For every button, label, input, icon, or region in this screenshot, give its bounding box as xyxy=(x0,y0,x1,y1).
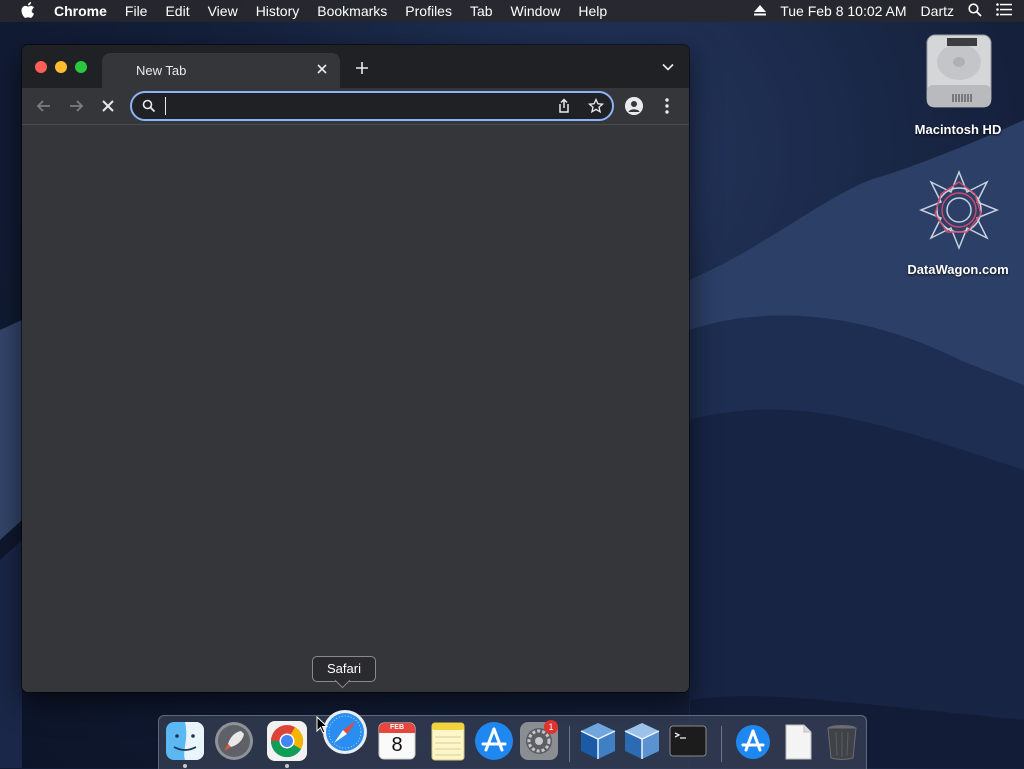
dock-separator xyxy=(569,726,570,762)
dock-system-preferences-icon[interactable]: 1 xyxy=(518,720,560,762)
page-content xyxy=(22,125,689,692)
menu-edit[interactable]: Edit xyxy=(165,3,189,19)
menu-window[interactable]: Window xyxy=(511,3,561,19)
notification-center-icon[interactable] xyxy=(996,3,1012,19)
menu-help[interactable]: Help xyxy=(578,3,607,19)
calendar-month: FEB xyxy=(390,724,404,731)
dock-trash-icon[interactable] xyxy=(821,720,863,762)
minimize-window-button[interactable] xyxy=(55,61,67,73)
menu-extras: Tue Feb 8 10:02 AM Dartz xyxy=(740,0,1012,22)
chrome-window: New Tab xyxy=(22,45,689,692)
dock-running-indicator xyxy=(285,764,289,768)
calendar-day: 8 xyxy=(391,734,403,756)
address-bar[interactable] xyxy=(130,91,614,121)
menu-profiles[interactable]: Profiles xyxy=(405,3,452,19)
browser-toolbar xyxy=(22,88,689,125)
stop-loading-icon[interactable] xyxy=(98,96,118,116)
dock: FEB 8 1 xyxy=(158,710,867,769)
dock-virtualbox-vm-icon[interactable] xyxy=(621,720,663,762)
desktop-icon-label: DataWagon.com xyxy=(907,262,1009,277)
dock-finder-icon[interactable] xyxy=(164,720,206,762)
dock-downloads-stack-icon[interactable] xyxy=(732,720,774,762)
desktop-icon-label: Macintosh HD xyxy=(914,122,1002,137)
dock-chrome-icon[interactable] xyxy=(266,720,308,762)
menu-file[interactable]: File xyxy=(125,3,148,19)
dock-launchpad-icon[interactable] xyxy=(213,720,255,762)
profile-avatar-icon[interactable] xyxy=(625,97,643,115)
eject-icon[interactable] xyxy=(754,3,767,19)
apple-menu-icon[interactable] xyxy=(20,1,36,21)
close-window-button[interactable] xyxy=(35,61,47,73)
dock-safari-icon[interactable] xyxy=(321,708,369,756)
dock-terminal-icon[interactable] xyxy=(667,720,709,762)
tab-strip: New Tab xyxy=(22,45,689,88)
tab-title: New Tab xyxy=(136,63,187,78)
menu-tab[interactable]: Tab xyxy=(470,3,493,19)
back-arrow-icon[interactable] xyxy=(34,96,54,116)
dock-app-store-icon[interactable] xyxy=(473,720,515,762)
notification-badge: 1 xyxy=(544,720,558,734)
desktop-icon-macintosh-hd[interactable]: Macintosh HD xyxy=(898,30,1018,137)
dock-document-icon[interactable] xyxy=(777,720,819,762)
hard-drive-icon xyxy=(919,30,997,110)
dock-running-indicator xyxy=(183,764,187,768)
tab-search-chevron-icon[interactable] xyxy=(661,60,675,74)
tab-close-icon[interactable] xyxy=(314,61,330,77)
datawagon-logo-icon xyxy=(918,169,1000,251)
tab-new-tab[interactable]: New Tab xyxy=(102,53,340,88)
menu-view[interactable]: View xyxy=(208,3,238,19)
forward-arrow-icon[interactable] xyxy=(66,96,86,116)
address-input[interactable] xyxy=(168,96,552,118)
menu-app-name[interactable]: Chrome xyxy=(54,3,107,19)
spotlight-icon[interactable] xyxy=(968,2,982,20)
new-tab-button[interactable] xyxy=(352,58,372,78)
more-menu-icon[interactable] xyxy=(659,96,675,116)
dock-calendar-icon[interactable]: FEB 8 xyxy=(376,720,418,762)
zoom-window-button[interactable] xyxy=(75,61,87,73)
desktop-icon-datawagon[interactable]: DataWagon.com xyxy=(898,169,1018,277)
search-icon xyxy=(142,99,156,113)
menu-user[interactable]: Dartz xyxy=(921,3,954,19)
menu-bar: Chrome File Edit View History Bookmarks … xyxy=(0,0,1024,22)
text-caret xyxy=(165,97,166,115)
share-icon[interactable] xyxy=(556,98,572,114)
dock-virtualbox-icon[interactable] xyxy=(577,720,619,762)
menu-bookmarks[interactable]: Bookmarks xyxy=(317,3,387,19)
mouse-cursor-icon xyxy=(316,716,328,734)
dock-tooltip: Safari xyxy=(312,656,376,682)
dock-notes-icon[interactable] xyxy=(427,720,469,762)
bookmark-star-icon[interactable] xyxy=(587,97,605,114)
menu-clock[interactable]: Tue Feb 8 10:02 AM xyxy=(780,3,906,19)
menu-history[interactable]: History xyxy=(256,3,300,19)
dock-separator xyxy=(721,726,722,762)
